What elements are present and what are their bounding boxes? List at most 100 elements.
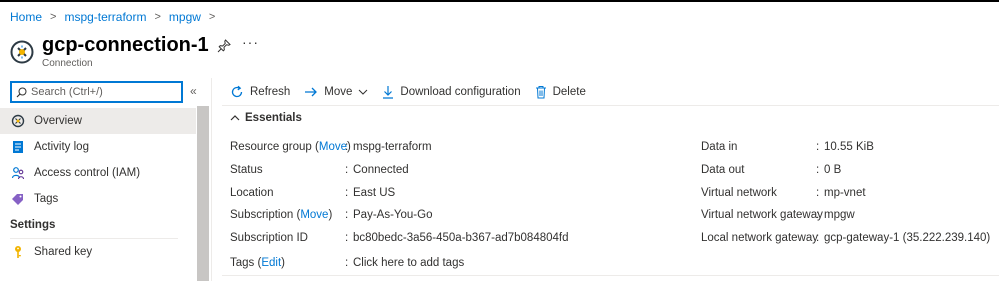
sidebar-item-label: Shared key xyxy=(34,246,93,258)
virtual-network-label: Virtual network xyxy=(701,186,777,199)
subscription-id-label: Subscription ID xyxy=(230,232,308,245)
collapse-sidebar-icon[interactable]: « xyxy=(190,84,197,98)
move-resource-group-link[interactable]: Move xyxy=(319,141,347,153)
sidebar-item-label: Activity log xyxy=(34,141,89,153)
sidebar-nav: Overview Activity log Access control (IA… xyxy=(0,108,196,265)
download-label: Download configuration xyxy=(400,86,521,98)
more-options-icon[interactable]: ··· xyxy=(242,34,259,50)
sidebar-item-activity-log[interactable]: Activity log xyxy=(0,134,196,160)
property-local-network-gateway: Local network gateway : gcp-gateway-1 (3… xyxy=(701,227,990,250)
refresh-label: Refresh xyxy=(250,86,291,98)
colon: : xyxy=(345,164,349,177)
status-label: Status xyxy=(230,164,263,177)
essentials-left-column: Resource group (Move) : mspg-terraform S… xyxy=(230,136,569,249)
download-configuration-button[interactable]: Download configuration xyxy=(382,85,521,99)
essentials-right-column: Data in : 10.55 KiB Data out : 0 B Virtu… xyxy=(701,136,990,249)
activity-log-icon xyxy=(13,141,23,153)
sidebar: « Overview Activity log Access xyxy=(0,78,210,281)
essentials-toggle[interactable]: Essentials xyxy=(230,112,302,124)
virtual-network-gateway-link[interactable]: mpgw xyxy=(824,209,855,221)
property-subscription: Subscription (Move) : Pay-As-You-Go xyxy=(230,204,569,227)
iam-icon xyxy=(11,167,25,180)
colon: : xyxy=(816,141,820,154)
colon: : xyxy=(816,164,820,177)
location-value: East US xyxy=(353,186,396,199)
data-out-value: 0 B xyxy=(824,164,842,177)
resource-group-label: Resource group xyxy=(230,141,312,154)
refresh-button[interactable]: Refresh xyxy=(230,85,290,99)
chevron-up-icon xyxy=(230,115,240,121)
property-location: Location : East US xyxy=(230,181,569,204)
subscription-label: Subscription xyxy=(230,209,294,222)
property-status: Status : Connected xyxy=(230,159,569,182)
colon: : xyxy=(345,186,349,199)
sidebar-item-tags[interactable]: Tags xyxy=(0,186,196,212)
property-label: Subscription (Move) xyxy=(230,209,333,222)
chevron-down-icon xyxy=(359,89,368,95)
breadcrumb: Home > mspg-terraform > mpgw > xyxy=(10,10,223,24)
data-in-value: 10.55 KiB xyxy=(824,141,874,154)
refresh-icon xyxy=(231,85,243,98)
breadcrumb-separator: > xyxy=(154,11,161,23)
resource-group-value-link[interactable]: mspg-terraform xyxy=(353,141,432,153)
breadcrumb-separator: > xyxy=(208,11,216,23)
sidebar-section-settings: Settings xyxy=(10,219,56,231)
breadcrumb-gateway[interactable]: mpgw xyxy=(169,10,201,24)
property-tags: Tags (Edit) : Click here to add tags xyxy=(230,254,464,272)
search-input[interactable] xyxy=(31,86,171,98)
subscription-id-value: bc80bedc-3a56-450a-b367-ad7b084804fd xyxy=(353,232,569,245)
colon: : xyxy=(345,257,349,269)
location-label: Location xyxy=(230,186,274,199)
colon: : xyxy=(345,232,349,245)
search-box[interactable] xyxy=(10,81,183,103)
key-icon xyxy=(15,246,21,258)
sidebar-scrollbar-thumb[interactable] xyxy=(197,106,209,281)
sidebar-item-label: Tags xyxy=(34,193,59,205)
sidebar-item-label: Access control (IAM) xyxy=(34,167,141,179)
delete-label: Delete xyxy=(552,86,586,98)
sidebar-item-label: Overview xyxy=(34,115,82,127)
breadcrumb-resource-group[interactable]: mspg-terraform xyxy=(64,10,146,24)
sidebar-divider-vertical xyxy=(211,78,212,281)
sidebar-item-iam[interactable]: Access control (IAM) xyxy=(0,160,196,186)
colon: : xyxy=(816,209,820,222)
colon: : xyxy=(345,209,349,222)
sidebar-item-shared-key[interactable]: Shared key xyxy=(0,239,196,265)
arrow-right-icon xyxy=(305,87,318,97)
local-network-gateway-link[interactable]: gcp-gateway-1 (35.222.239.140) xyxy=(824,232,990,244)
virtual-network-gateway-label: Virtual network gateway xyxy=(701,209,823,222)
add-tags-link[interactable]: Click here to add tags xyxy=(353,257,464,269)
tags-label: Tags xyxy=(230,257,255,269)
pin-icon[interactable] xyxy=(216,38,232,54)
download-icon xyxy=(383,86,394,99)
delete-button[interactable]: Delete xyxy=(535,85,586,99)
property-subscription-id: Subscription ID : bc80bedc-3a56-450a-b36… xyxy=(230,227,569,250)
property-data-out: Data out : 0 B xyxy=(701,159,990,182)
local-network-gateway-label: Local network gateway xyxy=(701,232,818,245)
property-label: Resource group (Move) xyxy=(230,141,351,154)
page-title: gcp-connection-1 xyxy=(42,34,209,56)
essentials-heading: Essentials xyxy=(245,112,302,124)
overview-icon xyxy=(11,114,25,128)
subscription-value-link[interactable]: Pay-As-You-Go xyxy=(353,209,432,221)
sidebar-item-overview[interactable]: Overview xyxy=(0,108,196,134)
tag-icon xyxy=(12,194,23,205)
trash-icon xyxy=(535,86,546,99)
essentials-divider xyxy=(222,275,999,276)
breadcrumb-home[interactable]: Home xyxy=(10,10,42,24)
move-subscription-link[interactable]: Move xyxy=(300,209,328,221)
page-subtitle: Connection xyxy=(42,58,93,69)
colon: : xyxy=(345,141,349,154)
colon: : xyxy=(816,186,820,199)
property-resource-group: Resource group (Move) : mspg-terraform xyxy=(230,136,569,159)
command-bar: Refresh Move Download configuration Dele… xyxy=(230,82,600,102)
property-label: Tags (Edit) xyxy=(230,257,285,269)
property-virtual-network: Virtual network : mp-vnet xyxy=(701,181,990,204)
toolbar-divider xyxy=(222,105,999,106)
move-button[interactable]: Move xyxy=(304,85,368,99)
connection-icon xyxy=(10,40,34,64)
virtual-network-link[interactable]: mp-vnet xyxy=(824,187,866,199)
edit-tags-link[interactable]: Edit xyxy=(261,257,281,269)
search-icon xyxy=(16,87,27,97)
colon: : xyxy=(816,232,820,245)
